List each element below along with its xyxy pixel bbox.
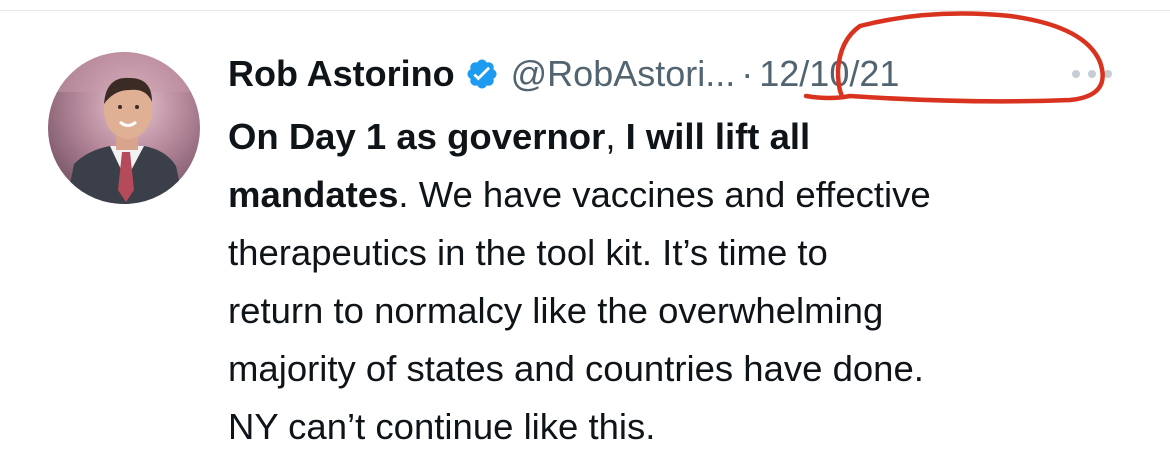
tweet-header: Rob Astorino @RobAstori... · 12/10/21 [228,50,1148,98]
profile-photo [48,52,200,204]
display-name[interactable]: Rob Astorino [228,53,455,95]
tweet-text-line-3: therapeutics in the tool kit. It’s time … [228,232,828,273]
verified-badge-icon [465,57,499,91]
line-2-rest: . We have vaccines and effective [398,174,931,215]
bold-phrase-day1: On Day 1 as governor [228,116,606,157]
tweet: Rob Astorino @RobAstori... · 12/10/21 On… [0,0,1170,450]
bold-phrase-mandates: mandates [228,174,399,215]
tweet-text-line-5: majority of states and countries have do… [228,348,924,389]
author-handle[interactable]: @RobAstori... [511,53,736,95]
tweet-timestamp[interactable]: 12/10/21 [759,53,899,95]
more-options-icon[interactable] [1066,62,1118,86]
avatar[interactable] [48,52,200,204]
header-separator: · [741,53,754,94]
tweet-text-line-4: return to normalcy like the overwhelming [228,290,884,331]
tweet-text-line-6: NY can’t continue like this. [228,406,656,447]
bold-phrase-lift: I will lift all [625,116,811,157]
tweet-text: On Day 1 as governor, I will lift all ma… [228,108,1128,456]
tweet-text-line-2: mandates. We have vaccines and effective [228,166,1128,224]
comma-separator: , [605,116,626,157]
tweet-text-line-1: On Day 1 as governor, I will lift all [228,108,1128,166]
